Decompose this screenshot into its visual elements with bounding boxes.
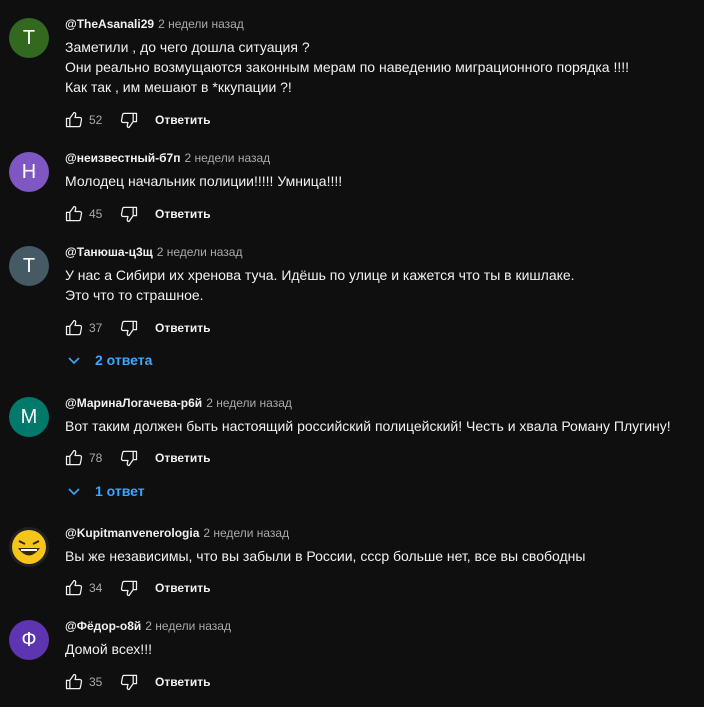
author-name[interactable]: @TheAsanali29 [65,17,154,31]
dislike-icon[interactable] [117,446,141,470]
comment-header: @Kupitmanvenerologia 2 недели назад [65,525,289,541]
timestamp[interactable]: 2 недели назад [145,619,231,633]
replies-count: 2 ответа [95,352,153,368]
comment-line: Домой всех!!! [65,641,152,657]
comment-text: Домой всех!!! [65,639,152,659]
comment-actions: 45 Ответить [62,202,210,226]
comment-line: Это что то страшное. [65,287,204,303]
timestamp[interactable]: 2 недели назад [206,396,292,410]
reply-button[interactable]: Ответить [155,207,210,221]
comment-header: @МаринаЛогачева-р6й 2 недели назад [65,395,292,411]
avatar[interactable]: Н [9,152,49,192]
author-name[interactable]: @неизвестный-б7п [65,151,180,165]
author-name[interactable]: @Фёдор-о8й [65,619,141,633]
chevron-down-icon [68,357,80,365]
comment-actions: 34 Ответить [62,576,210,600]
like-icon[interactable] [62,446,86,470]
comment-line: У нас а Сибири их хренова туча. Идёшь по… [65,267,575,283]
dislike-icon[interactable] [117,202,141,226]
replies-toggle[interactable]: 1 ответ [66,483,145,499]
timestamp[interactable]: 2 недели назад [184,151,270,165]
author-name[interactable]: @Танюша-ц3щ [65,245,153,259]
dislike-icon[interactable] [117,670,141,694]
dislike-icon[interactable] [117,576,141,600]
reply-button[interactable]: Ответить [155,321,210,335]
reply-button[interactable]: Ответить [155,581,210,595]
timestamp[interactable]: 2 недели назад [157,245,243,259]
comment-text: Молодец начальник полиции!!!!! Умница!!!… [65,171,342,191]
author-name[interactable]: @Kupitmanvenerologia [65,526,199,540]
comment-line: Молодец начальник полиции!!!!! Умница!!!… [65,173,343,189]
replies-count: 1 ответ [95,483,145,499]
comment-text: У нас а Сибири их хренова туча. Идёшь по… [65,265,575,305]
dislike-icon[interactable] [117,316,141,340]
comment-line: Они реально возмущаются законным мерам п… [65,59,630,75]
author-name[interactable]: @МаринаЛогачева-р6й [65,396,202,410]
avatar[interactable]: T [9,18,49,58]
avatar[interactable]: Т [9,246,49,286]
like-icon[interactable] [62,316,86,340]
avatar[interactable] [9,527,49,567]
like-count: 37 [89,321,103,335]
like-count: 78 [89,451,103,465]
comment-text: Заметили , до чего дошла ситуация ? Они … [65,37,629,97]
replies-toggle[interactable]: 2 ответа [66,352,152,368]
like-count: 34 [89,581,103,595]
dislike-icon[interactable] [117,108,141,132]
like-count: 45 [89,207,103,221]
comment-line: Вы же независимы, что вы забыли в России… [65,548,586,564]
comment-header: @неизвестный-б7п 2 недели назад [65,150,270,166]
like-count: 35 [89,675,103,689]
timestamp[interactable]: 2 недели назад [203,526,289,540]
comment-actions: 35 Ответить [62,670,210,694]
like-icon[interactable] [62,108,86,132]
avatar[interactable]: М [9,397,49,437]
chevron-down-icon [68,488,80,496]
comment-actions: 37 Ответить [62,316,210,340]
reply-button[interactable]: Ответить [155,675,210,689]
comment-actions: 78 Ответить [62,446,210,470]
comment-header: @Фёдор-о8й 2 недели назад [65,618,231,634]
avatar[interactable]: Ф [9,620,49,660]
laughing-face-icon [12,530,46,564]
reply-button[interactable]: Ответить [155,451,210,465]
comment-text: Вы же независимы, что вы забыли в России… [65,546,585,566]
comment-text: Вот таким должен быть настоящий российск… [65,416,671,436]
comment-line: Вот таким должен быть настоящий российск… [65,418,671,434]
timestamp[interactable]: 2 недели назад [158,17,244,31]
like-icon[interactable] [62,576,86,600]
reply-button[interactable]: Ответить [155,113,210,127]
like-icon[interactable] [62,670,86,694]
comment-actions: 52 Ответить [62,108,210,132]
comment-line: Как так , им мешают в *ккупации ?! [65,79,292,95]
like-count: 52 [89,113,103,127]
comment-line: Заметили , до чего дошла ситуация ? [65,39,310,55]
like-icon[interactable] [62,202,86,226]
comment-header: @TheAsanali29 2 недели назад [65,16,244,32]
comment-header: @Танюша-ц3щ 2 недели назад [65,244,242,260]
